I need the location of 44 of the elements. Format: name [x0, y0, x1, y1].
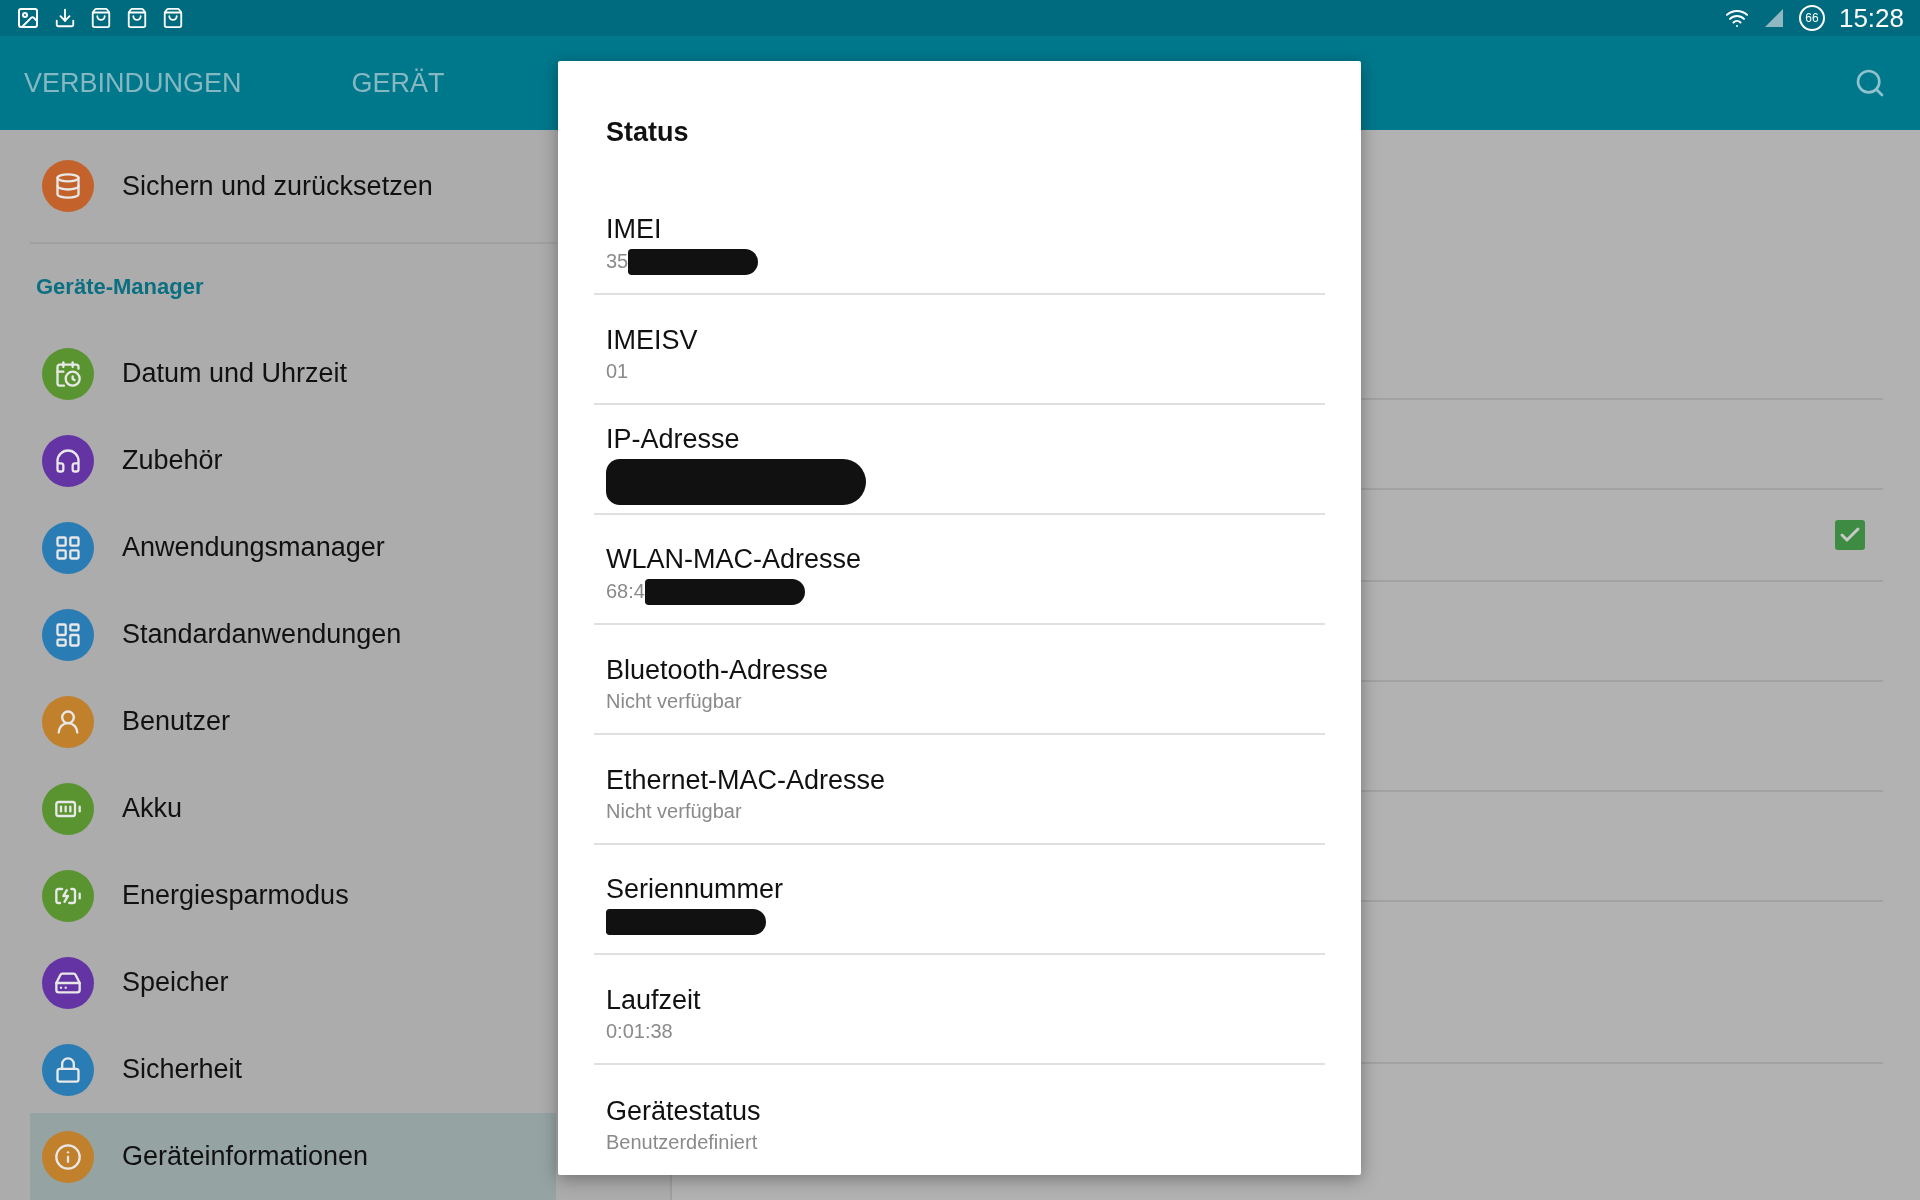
settings-item[interactable]: Akku	[30, 765, 556, 852]
status-label: IMEI	[606, 213, 663, 245]
status-value: 68:4	[606, 580, 645, 603]
status-label: WLAN-MAC-Adresse	[606, 543, 863, 575]
settings-item[interactable]: Energiesparmodus	[30, 852, 556, 939]
bag-icon	[90, 7, 112, 30]
lock-icon	[54, 1055, 82, 1084]
status-label: IMEISV	[606, 324, 699, 356]
status-value: Nicht verfügbar	[606, 690, 742, 713]
status-label: Seriennummer	[606, 873, 785, 905]
status-value: Benutzerdefiniert	[606, 1131, 758, 1154]
settings-item[interactable]: Benutzer	[30, 678, 556, 765]
calendar-clock-icon	[54, 359, 82, 388]
checkbox[interactable]	[1835, 520, 1865, 550]
status-label: Gerätestatus	[606, 1095, 762, 1127]
settings-item[interactable]: Zubehör	[30, 417, 556, 504]
status-value: Nicht verfügbar	[606, 800, 742, 823]
settings-item[interactable]: Sicherheit	[30, 1026, 556, 1113]
grid-icon	[54, 533, 82, 562]
bag-icon	[162, 7, 184, 30]
battery-indicator: 66	[1798, 5, 1825, 32]
status-label: IP-Adresse	[606, 423, 741, 455]
dashboard-icon	[54, 620, 82, 649]
section-header: Geräte-Manager	[36, 274, 204, 300]
status-label: Bluetooth-Adresse	[606, 654, 830, 686]
bag-icon	[126, 7, 148, 30]
status-label: Laufzeit	[606, 984, 702, 1016]
dialog-title: Status	[605, 117, 690, 149]
clock-time: 15:28	[1838, 2, 1904, 34]
database-icon	[54, 172, 82, 200]
image-icon	[16, 6, 40, 31]
status-value: 01	[606, 360, 629, 383]
settings-item[interactable]: Speicher	[30, 939, 556, 1026]
settings-item[interactable]: Sichern und zurücksetzen	[30, 130, 556, 244]
status-value: 0:01:38	[606, 1020, 673, 1043]
status-label: Ethernet-MAC-Adresse	[606, 764, 887, 796]
settings-item[interactable]: Anwendungsmanager	[30, 504, 556, 591]
download-icon	[54, 7, 76, 30]
settings-item[interactable]: Datum und Uhrzeit	[30, 330, 556, 417]
settings-item[interactable]: Standardanwendungen	[30, 591, 556, 678]
info-icon	[54, 1142, 82, 1171]
status-value: 35	[606, 250, 629, 273]
headphones-icon	[54, 446, 82, 475]
settings-item[interactable]: Geräteinformationen	[30, 1113, 556, 1200]
